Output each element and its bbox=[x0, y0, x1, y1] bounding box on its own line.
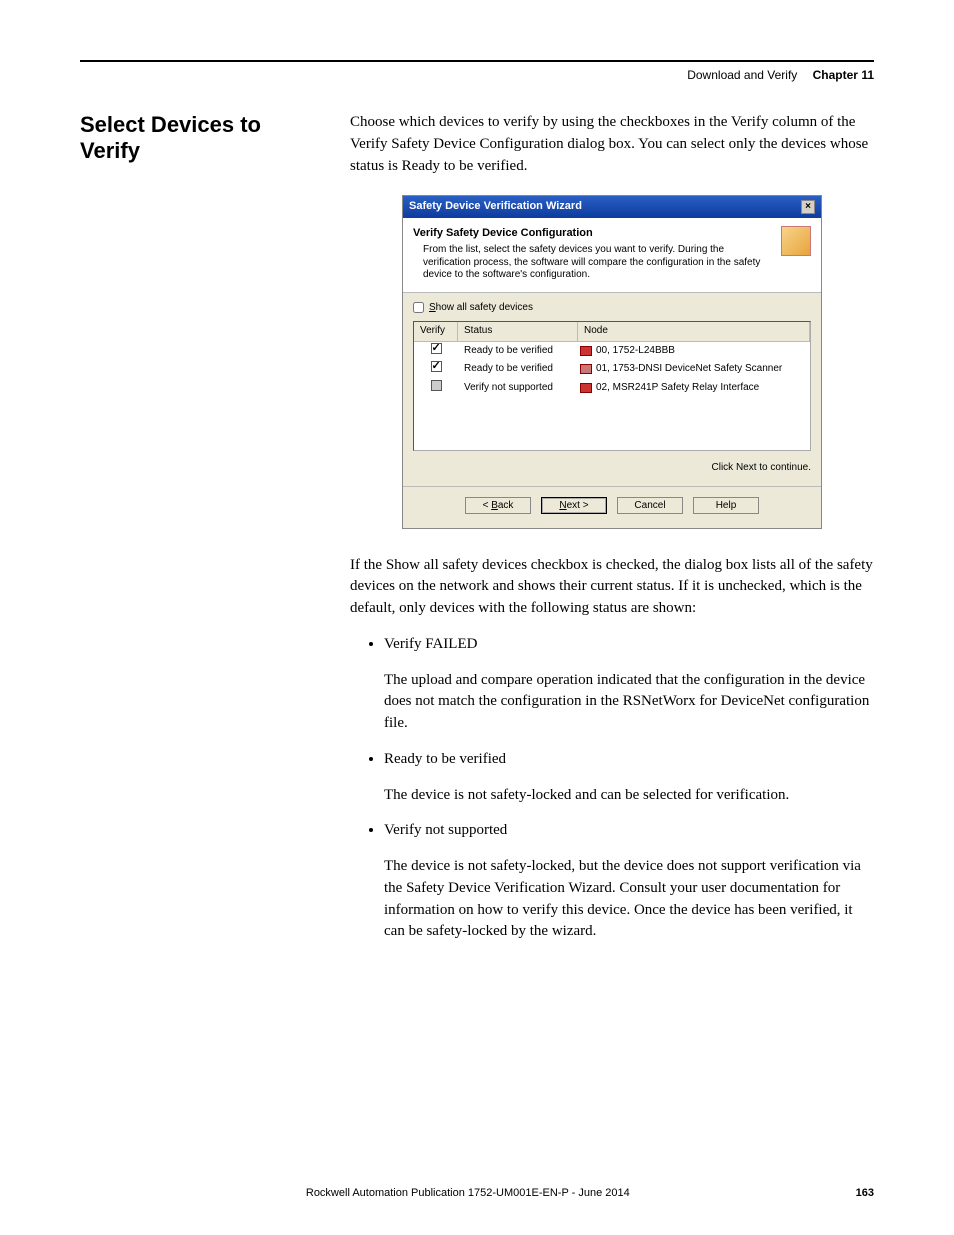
status-desc: The device is not safety-locked, but the… bbox=[384, 856, 874, 943]
status-title: Ready to be verified bbox=[384, 749, 874, 771]
device-table-header: Verify Status Node bbox=[414, 322, 810, 342]
status-title: Verify not supported bbox=[384, 820, 874, 842]
status-title: Verify FAILED bbox=[384, 634, 874, 656]
row-status: Ready to be verified bbox=[458, 344, 578, 359]
close-icon[interactable]: × bbox=[801, 200, 815, 214]
list-item: Ready to be verified The device is not s… bbox=[384, 749, 874, 807]
paragraph-2: If the Show all safety devices checkbox … bbox=[350, 555, 874, 620]
status-list: Verify FAILED The upload and compare ope… bbox=[350, 634, 874, 943]
device-icon bbox=[580, 383, 592, 393]
device-icon bbox=[580, 346, 592, 356]
cancel-button[interactable]: Cancel bbox=[617, 497, 683, 514]
wizard-icon bbox=[781, 226, 811, 256]
row-status: Ready to be verified bbox=[458, 362, 578, 377]
intro-paragraph: Choose which devices to verify by using … bbox=[350, 112, 874, 177]
list-item: Verify FAILED The upload and compare ope… bbox=[384, 634, 874, 735]
verify-checkbox[interactable] bbox=[431, 361, 442, 372]
verification-wizard-dialog: Safety Device Verification Wizard × Veri… bbox=[402, 195, 822, 528]
header-section: Download and Verify bbox=[687, 68, 797, 82]
dialog-banner-title: Verify Safety Device Configuration bbox=[413, 226, 773, 242]
back-button[interactable]: < Back bbox=[465, 497, 531, 514]
show-all-input[interactable] bbox=[413, 302, 424, 313]
page-footer: Rockwell Automation Publication 1752-UM0… bbox=[80, 1187, 874, 1199]
page-number: 163 bbox=[856, 1187, 874, 1199]
status-desc: The upload and compare operation indicat… bbox=[384, 670, 874, 735]
col-verify[interactable]: Verify bbox=[414, 322, 458, 341]
verify-checkbox[interactable] bbox=[431, 343, 442, 354]
status-desc: The device is not safety-locked and can … bbox=[384, 785, 874, 807]
table-row[interactable]: Ready to be verified 00, 1752-L24BBB bbox=[414, 342, 810, 361]
running-header: Download and Verify Chapter 11 bbox=[80, 68, 874, 82]
table-row[interactable]: Ready to be verified 01, 1753-DNSI Devic… bbox=[414, 360, 810, 379]
dialog-title: Safety Device Verification Wizard bbox=[409, 199, 582, 215]
show-all-checkbox[interactable]: Show all safety devices bbox=[413, 301, 811, 316]
header-chapter: Chapter 11 bbox=[813, 68, 874, 82]
publication-info: Rockwell Automation Publication 1752-UM0… bbox=[80, 1187, 856, 1199]
dialog-banner: Verify Safety Device Configuration From … bbox=[403, 218, 821, 292]
table-row[interactable]: Verify not supported 02, MSR241P Safety … bbox=[414, 379, 810, 398]
row-node: 01, 1753-DNSI DeviceNet Safety Scanner bbox=[596, 362, 782, 377]
device-table: Verify Status Node Ready to be verified … bbox=[413, 321, 811, 451]
dialog-buttons: < Back Next > Cancel Help bbox=[403, 486, 821, 528]
row-status: Verify not supported bbox=[458, 381, 578, 396]
row-node: 02, MSR241P Safety Relay Interface bbox=[596, 381, 759, 396]
device-icon bbox=[580, 364, 592, 374]
section-heading: Select Devices to Verify bbox=[80, 112, 320, 164]
verify-checkbox[interactable] bbox=[431, 380, 442, 391]
show-all-label: Show all safety devices bbox=[429, 301, 533, 316]
col-node[interactable]: Node bbox=[578, 322, 810, 341]
help-button[interactable]: Help bbox=[693, 497, 759, 514]
row-node: 00, 1752-L24BBB bbox=[596, 344, 675, 359]
list-item: Verify not supported The device is not s… bbox=[384, 820, 874, 943]
dialog-titlebar: Safety Device Verification Wizard × bbox=[403, 196, 821, 218]
dialog-banner-desc: From the list, select the safety devices… bbox=[413, 244, 773, 282]
next-button[interactable]: Next > bbox=[541, 497, 607, 514]
dialog-hint: Click Next to continue. bbox=[403, 457, 821, 486]
col-status[interactable]: Status bbox=[458, 322, 578, 341]
